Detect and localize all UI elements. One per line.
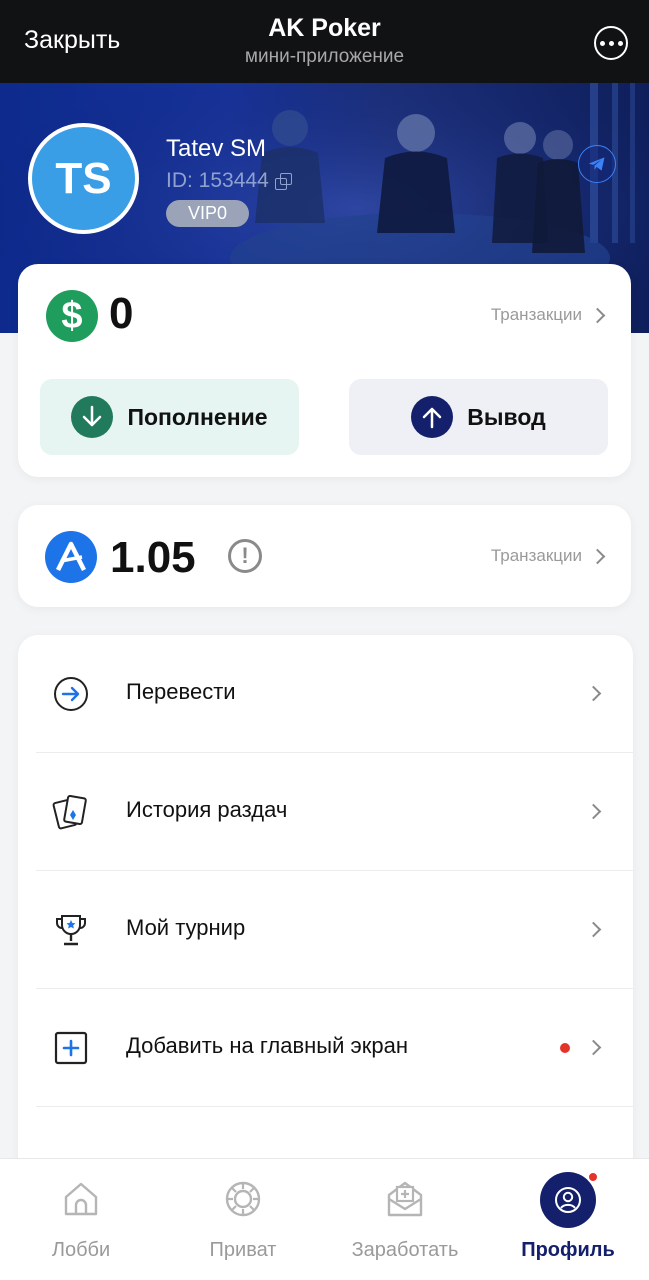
bottom-nav: Лобби Приват Заработать Профиль [0, 1158, 649, 1280]
chevron-right-icon [585, 1039, 602, 1056]
deposit-label: Пополнение [127, 403, 268, 430]
menu-list: Перевести История раздач Мой турнир Доба… [18, 635, 633, 1195]
user-id: ID: 153444 [166, 169, 269, 192]
nav-item-private[interactable]: Приват [162, 1159, 324, 1280]
token-transactions-link[interactable]: Транзакции [490, 546, 606, 566]
transactions-label: Транзакции [490, 546, 582, 565]
home-icon [64, 1182, 98, 1216]
nav-label: Профиль [521, 1239, 615, 1261]
ak-token-icon [45, 531, 97, 583]
transfer-arrow-icon [54, 677, 88, 711]
telegram-icon[interactable] [578, 145, 616, 183]
nav-item-lobby[interactable]: Лобби [0, 1159, 162, 1280]
vip-badge: VIP0 [166, 200, 249, 227]
menu-item-label: История раздач [126, 797, 288, 822]
chip-icon [225, 1181, 261, 1217]
cards-history-icon [52, 794, 87, 830]
withdraw-label: Вывод [467, 403, 546, 430]
menu-item-add-to-home[interactable]: Добавить на главный экран [36, 989, 633, 1107]
notification-dot [560, 1043, 570, 1053]
menu-item-my-tournament[interactable]: Мой турнир [36, 871, 633, 989]
arrow-up-icon [411, 396, 454, 438]
nav-item-profile[interactable]: Профиль [487, 1159, 649, 1280]
nav-label: Приват [209, 1239, 277, 1261]
nav-label: Лобби [51, 1239, 111, 1261]
balance-transactions-link[interactable]: Транзакции [490, 305, 606, 325]
chevron-right-icon [585, 803, 602, 820]
user-name: Tatev SM [166, 135, 267, 162]
app-title: AK Poker [268, 14, 381, 42]
arrow-down-icon [71, 396, 114, 438]
balance-value: 0 [109, 289, 134, 338]
add-square-icon [54, 1031, 88, 1065]
dollar-icon: $ [46, 290, 98, 342]
deposit-button[interactable]: Пополнение [40, 379, 299, 455]
menu-item-hand-history[interactable]: История раздач [36, 753, 633, 871]
user-id-row: ID: 153444 [166, 169, 292, 193]
nav-item-earn[interactable]: Заработать [324, 1159, 486, 1280]
info-icon[interactable]: ! [228, 539, 262, 573]
chevron-right-icon [585, 921, 602, 938]
balance-card: $ 0 Транзакции Пополнение Вывод [18, 264, 631, 477]
menu-item-label: Перевести [126, 679, 236, 704]
menu-item-transfer[interactable]: Перевести [36, 635, 633, 753]
earn-mail-icon [387, 1181, 423, 1217]
menu-item-label: Добавить на главный экран [126, 1033, 408, 1058]
transactions-label: Транзакции [490, 305, 582, 324]
nav-label: Заработать [351, 1239, 459, 1261]
token-value: 1.05 [110, 533, 196, 582]
app-subtitle: мини-приложение [244, 46, 405, 67]
chevron-right-icon [585, 685, 602, 702]
top-bar: Закрыть AK Poker мини-приложение [0, 0, 649, 83]
notification-dot [587, 1171, 599, 1183]
chevron-right-icon [589, 307, 606, 323]
avatar[interactable]: TS [28, 123, 139, 234]
menu-item-label: Мой турнир [126, 915, 246, 940]
withdraw-button[interactable]: Вывод [349, 379, 608, 455]
chevron-right-icon [589, 548, 606, 564]
trophy-icon [56, 915, 86, 946]
more-dots-icon[interactable] [594, 26, 628, 60]
token-card: 1.05 ! Транзакции [18, 505, 631, 607]
copy-icon[interactable] [274, 173, 292, 190]
